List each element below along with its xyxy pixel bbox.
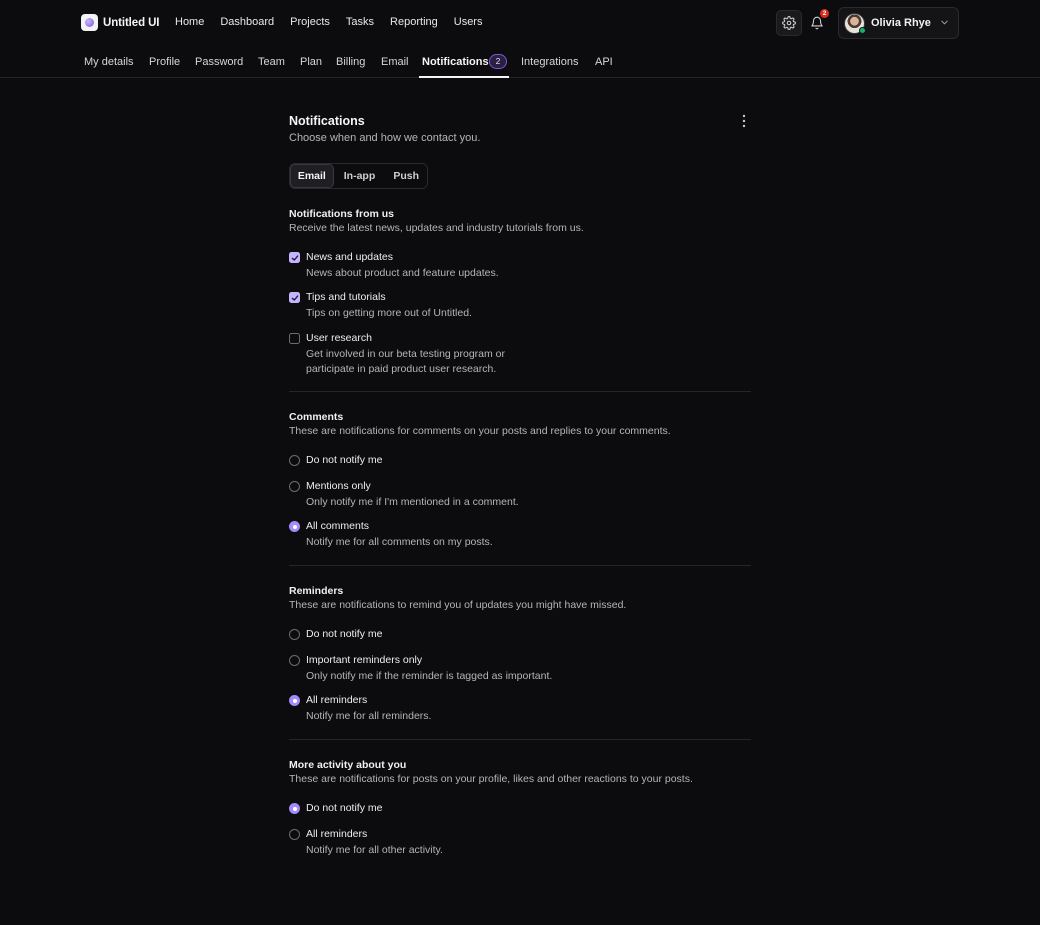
tips-tutorials-checkbox[interactable] (289, 292, 300, 303)
main-nav: Home Dashboard Projects Tasks Reporting … (175, 16, 498, 28)
divider (289, 565, 751, 566)
nav-reporting[interactable]: Reporting (390, 16, 438, 28)
notifications-count-badge: 2 (489, 54, 507, 69)
option-label: All reminders (306, 828, 368, 840)
section-desc-reminders: These are notifications to remind you of… (289, 599, 627, 611)
section-desc-activity: These are notifications for posts on you… (289, 773, 693, 785)
logo-icon (81, 14, 98, 31)
section-title-from-us: Notifications from us (289, 208, 395, 220)
active-tab-indicator (419, 76, 509, 78)
section-desc-comments: These are notifications for comments on … (289, 425, 671, 437)
option-hint: Get involved in our beta testing program… (306, 348, 506, 375)
option-hint: News about product and feature updates. (306, 267, 499, 279)
option-label: Important reminders only (306, 654, 423, 666)
nav-dashboard[interactable]: Dashboard (220, 16, 274, 28)
bell-icon (811, 16, 823, 30)
section-title-activity: More activity about you (289, 759, 407, 771)
option-label: Do not notify me (306, 802, 383, 814)
section-title-reminders: Reminders (289, 585, 344, 597)
settings-tabs: My details Profile Password Team Plan Bi… (0, 45, 1040, 78)
divider (289, 739, 751, 740)
logo[interactable]: Untitled UI (81, 14, 160, 31)
channel-email-button[interactable]: Email (290, 164, 334, 188)
settings-button[interactable] (776, 10, 802, 36)
news-updates-checkbox[interactable] (289, 252, 300, 263)
section-desc-from-us: Receive the latest news, updates and ind… (289, 222, 584, 234)
more-vertical-icon[interactable] (738, 113, 750, 129)
tab-api[interactable]: API (595, 56, 613, 68)
user-menu[interactable]: Olivia Rhye (838, 7, 959, 39)
option-hint: Only notify me if the reminder is tagged… (306, 670, 553, 682)
tab-plan[interactable]: Plan (300, 56, 322, 68)
option-label: User research (306, 332, 372, 344)
option-label: All reminders (306, 694, 368, 706)
page-title: Notifications (289, 114, 365, 128)
option-hint: Only notify me if I'm mentioned in a com… (306, 496, 519, 508)
channel-push-button[interactable]: Push (385, 164, 427, 188)
comments-mentions-radio[interactable] (289, 481, 300, 492)
nav-users[interactable]: Users (454, 16, 483, 28)
option-hint: Notify me for all other activity. (306, 844, 443, 856)
option-label: Mentions only (306, 480, 371, 492)
tab-integrations[interactable]: Integrations (521, 56, 578, 68)
option-label: Do not notify me (306, 454, 383, 466)
activity-all-radio[interactable] (289, 829, 300, 840)
app-name: Untitled UI (103, 16, 160, 29)
tab-team[interactable]: Team (258, 56, 285, 68)
option-hint: Notify me for all comments on my posts. (306, 536, 493, 548)
notification-count-badge: 2 (820, 9, 829, 18)
reminders-none-radio[interactable] (289, 629, 300, 640)
top-navigation: Untitled UI Home Dashboard Projects Task… (0, 0, 1040, 45)
option-hint: Tips on getting more out of Untitled. (306, 307, 472, 319)
user-research-checkbox[interactable] (289, 333, 300, 344)
comments-none-radio[interactable] (289, 455, 300, 466)
reminders-important-radio[interactable] (289, 655, 300, 666)
channel-selector: Email In-app Push (289, 163, 428, 189)
tab-password[interactable]: Password (195, 56, 243, 68)
option-label: All comments (306, 520, 370, 532)
online-status-dot (859, 26, 866, 34)
page-subtitle: Choose when and how we contact you. (289, 132, 481, 144)
tab-my-details[interactable]: My details (84, 56, 134, 68)
comments-all-radio[interactable] (289, 521, 300, 532)
check-icon (291, 294, 298, 301)
tab-billing[interactable]: Billing (336, 56, 365, 68)
section-title-comments: Comments (289, 411, 344, 423)
chevron-down-icon (941, 20, 948, 25)
settings-icon (782, 16, 796, 30)
nav-projects[interactable]: Projects (290, 16, 330, 28)
option-hint: Notify me for all reminders. (306, 710, 432, 722)
reminders-all-radio[interactable] (289, 695, 300, 706)
tab-notifications[interactable]: Notifications (422, 56, 489, 68)
tab-email[interactable]: Email (381, 56, 409, 68)
option-label: Tips and tutorials (306, 291, 386, 303)
option-label: Do not notify me (306, 628, 383, 640)
check-icon (291, 254, 298, 261)
avatar (844, 12, 866, 34)
user-name: Olivia Rhye (871, 17, 931, 29)
channel-in-app-button[interactable]: In-app (334, 164, 386, 188)
nav-tasks[interactable]: Tasks (346, 16, 374, 28)
divider (289, 391, 751, 392)
nav-home[interactable]: Home (175, 16, 204, 28)
activity-none-radio[interactable] (289, 803, 300, 814)
tab-profile[interactable]: Profile (149, 56, 180, 68)
option-label: News and updates (306, 251, 393, 263)
